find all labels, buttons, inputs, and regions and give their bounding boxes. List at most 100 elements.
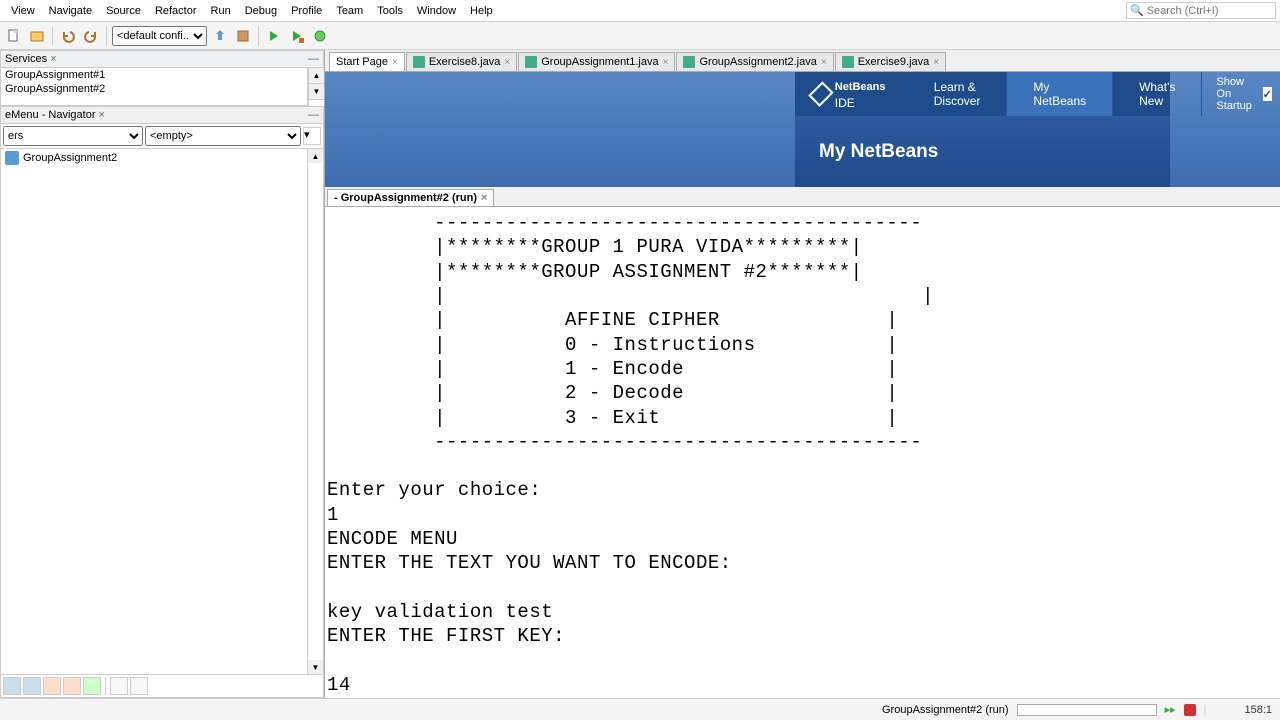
start-page: NetBeans IDE Learn & Discover My NetBean… [325,72,1280,187]
tab-start-page[interactable]: Start Page × [329,52,405,71]
menu-bar: View Navigate Source Refactor Run Debug … [0,0,1280,22]
quick-search[interactable]: 🔍 [1126,2,1276,19]
run-status: GroupAssignment#2 (run) ▸▸ | 158:1 [882,703,1272,716]
menu-profile[interactable]: Profile [284,2,329,20]
search-input[interactable] [1147,5,1272,17]
tab-groupassignment2[interactable]: GroupAssignment2.java × [676,52,833,71]
stop-button[interactable] [1184,704,1196,716]
scope-select[interactable]: ers [3,126,143,146]
cube-icon [808,81,833,106]
history-button[interactable]: ▾ [303,127,321,145]
startpage-banner: My NetBeans [795,116,1170,187]
nav-filter-4[interactable] [63,677,81,695]
run-progress-bar [1017,704,1157,716]
nav-filter-2[interactable] [23,677,41,695]
scroll-up-icon[interactable]: ▲ [308,149,323,163]
navigator-label: eMenu - Navigator [5,109,96,121]
tab-label: GroupAssignment2.java [699,56,816,68]
debug-button[interactable] [287,26,307,46]
close-icon[interactable]: × [821,57,827,68]
nav-class-item[interactable]: GroupAssignment2 [1,149,323,167]
menu-tools[interactable]: Tools [370,2,410,20]
minimize-icon[interactable]: — [308,53,319,65]
class-icon [5,151,19,165]
navigator-header[interactable]: eMenu - Navigator × — [0,106,324,124]
checkbox-checked-icon[interactable]: ✓ [1263,87,1272,101]
running-indicator-icon: ▸▸ [1165,703,1176,716]
nav-my-netbeans[interactable]: My NetBeans [1007,72,1113,116]
java-icon [683,56,695,68]
close-icon[interactable]: × [663,57,669,68]
menu-debug[interactable]: Debug [238,2,284,20]
undo-button[interactable] [58,26,78,46]
menu-run[interactable]: Run [204,2,238,20]
output-console[interactable]: ----------------------------------------… [325,207,1280,698]
project-item-1[interactable]: GroupAssignment#1 [1,68,307,82]
close-icon[interactable]: × [392,57,398,68]
close-icon[interactable]: × [481,192,487,204]
nav-filter-5[interactable] [83,677,101,695]
run-config-select[interactable]: <default confi... [112,26,207,46]
separator [52,27,53,45]
close-icon[interactable]: × [50,53,56,65]
tab-label: GroupAssignment1.java [541,56,658,68]
new-file-button[interactable] [4,26,24,46]
tab-groupassignment1[interactable]: GroupAssignment1.java × [518,52,675,71]
nav-sort-2[interactable] [130,677,148,695]
show-on-startup-toggle[interactable]: Show On Startup ✓ [1202,76,1280,112]
menu-source[interactable]: Source [99,2,148,20]
scroll-up-icon[interactable]: ▲ [309,68,324,84]
new-project-button[interactable] [27,26,47,46]
services-label: Services [5,53,47,65]
startup-label: Show On Startup [1216,76,1256,112]
run-button[interactable] [264,26,284,46]
menu-window[interactable]: Window [410,2,463,20]
editor-tabs: Start Page × Exercise8.java × GroupAssig… [325,50,1280,72]
navigator-toolbar [0,675,324,698]
scroll-down-icon[interactable]: ▼ [308,660,323,674]
scroll-controls: ▲ ▼ [308,68,324,106]
run-status-label: GroupAssignment#2 (run) [882,704,1009,716]
logo-text: NetBeans IDE [835,77,890,111]
redo-button[interactable] [81,26,101,46]
left-sidebar: Services × — GroupAssignment#1 GroupAssi… [0,50,325,698]
java-icon [413,56,425,68]
scroll-down-icon[interactable]: ▼ [309,84,324,100]
cursor-position: 158:1 [1244,704,1272,716]
banner-title: My NetBeans [819,141,938,163]
clean-build-button[interactable] [233,26,253,46]
navigator-content[interactable]: GroupAssignment2 ▲ ▼ [0,149,324,675]
tab-label: Start Page [336,56,388,68]
menu-refactor[interactable]: Refactor [148,2,204,20]
separator [258,27,259,45]
java-icon [842,56,854,68]
close-icon[interactable]: × [933,57,939,68]
navigator-selectors: ers <empty> ▾ [0,124,324,149]
nav-learn-discover[interactable]: Learn & Discover [908,72,1008,116]
build-button[interactable] [210,26,230,46]
nav-whats-new[interactable]: What's New [1113,72,1202,116]
project-item-2[interactable]: GroupAssignment#2 [1,82,307,96]
filter-select[interactable]: <empty> [145,126,301,146]
close-icon[interactable]: × [99,109,105,121]
editor-area: Start Page × Exercise8.java × GroupAssig… [325,50,1280,698]
menu-navigate[interactable]: Navigate [42,2,99,20]
nav-filter-1[interactable] [3,677,21,695]
output-run-tab[interactable]: - GroupAssignment#2 (run) × [327,189,494,206]
tab-exercise8[interactable]: Exercise8.java × [406,52,517,71]
profile-button[interactable] [310,26,330,46]
close-icon[interactable]: × [504,57,510,68]
search-icon: 🔍 [1130,4,1144,17]
nav-filter-3[interactable] [43,677,61,695]
toolbar: <default confi... [0,22,1280,50]
nav-item-label: GroupAssignment2 [23,152,117,164]
nav-sort-1[interactable] [110,677,128,695]
output-tab-label: - GroupAssignment#2 (run) [334,192,477,204]
menu-view[interactable]: View [4,2,42,20]
menu-help[interactable]: Help [463,2,500,20]
menu-team[interactable]: Team [329,2,370,20]
services-panel-header[interactable]: Services × — [0,50,324,68]
minimize-icon[interactable]: — [308,109,319,121]
tab-exercise9[interactable]: Exercise9.java × [835,52,946,71]
projects-list[interactable]: GroupAssignment#1 GroupAssignment#2 [0,68,308,106]
